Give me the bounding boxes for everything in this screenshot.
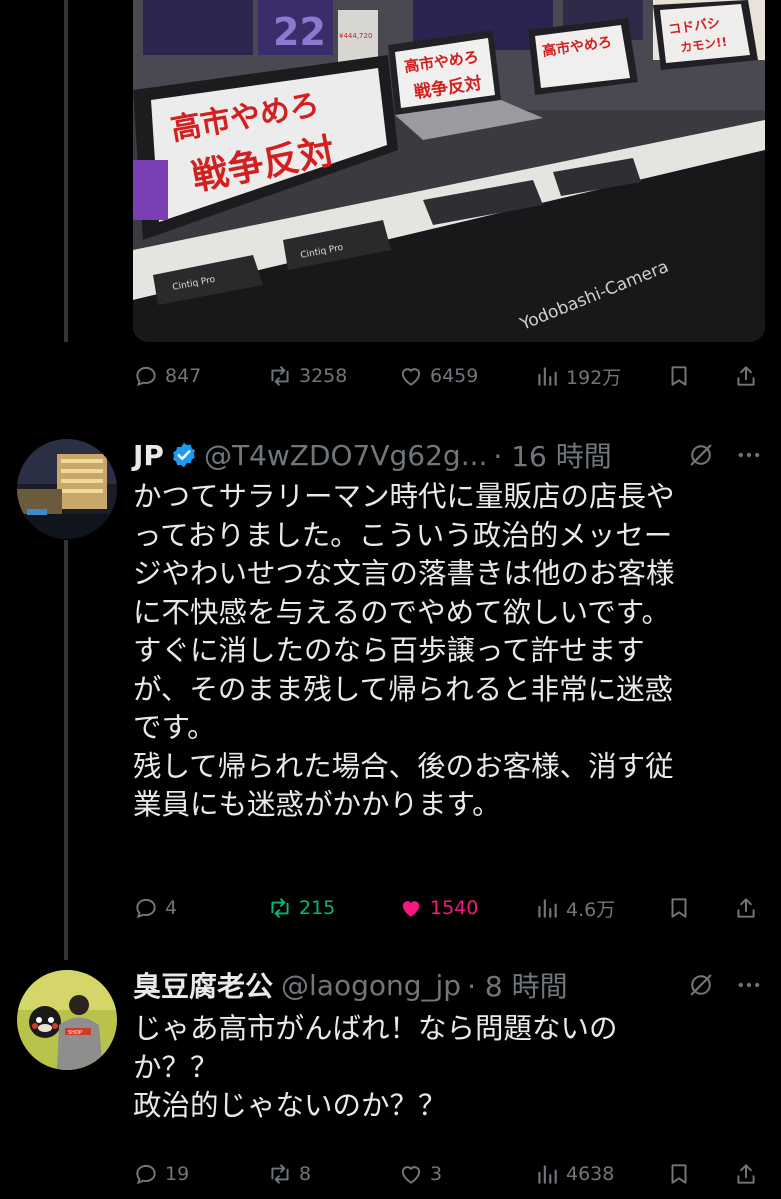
repost-button[interactable]: 8 <box>267 1154 311 1194</box>
heart-filled-icon <box>402 901 420 917</box>
handle[interactable]: @laogong_jp <box>281 969 461 1002</box>
grok-icon[interactable] <box>687 971 715 999</box>
share-button[interactable] <box>733 356 759 396</box>
views-button[interactable]: 4638 <box>534 1154 614 1194</box>
analytics-icon <box>538 899 557 918</box>
like-button[interactable]: 1540 <box>398 888 478 928</box>
handle[interactable]: @T4wZDO7Vg62g... <box>204 439 487 472</box>
reply-button[interactable]: 847 <box>133 356 201 396</box>
post1-action-bar: 847 3258 6459 192万 <box>133 356 765 396</box>
analytics-icon <box>538 1165 557 1184</box>
reply-count: 4 <box>165 897 178 919</box>
repost-icon <box>271 366 289 386</box>
share-button[interactable] <box>733 1154 759 1194</box>
timestamp[interactable]: · 8 時間 <box>467 965 568 1005</box>
reply-button[interactable]: 4 <box>133 888 177 928</box>
views-button[interactable]: 4.6万 <box>534 888 615 928</box>
repost-count: 8 <box>299 1163 312 1185</box>
bookmark-icon <box>671 1164 687 1184</box>
price-tag: ¥444,720 <box>339 32 372 40</box>
post3-action-bar: 19 8 3 4638 <box>133 1154 765 1194</box>
like-button[interactable]: 6459 <box>398 356 478 396</box>
bookmark-icon <box>671 898 687 918</box>
avatar-shirt-text: SHOP <box>68 1030 82 1036</box>
timestamp[interactable]: · 16 時間 <box>493 435 611 475</box>
bookmark-button[interactable] <box>666 1154 692 1194</box>
share-icon <box>737 366 755 386</box>
repost-button[interactable]: 215 <box>267 888 335 928</box>
more-options-icon[interactable] <box>735 971 763 999</box>
post2-header: JP @T4wZDO7Vg62g... · 16 時間 <box>133 435 763 475</box>
repost-button[interactable]: 3258 <box>267 356 347 396</box>
heart-icon <box>401 1166 421 1184</box>
display-name[interactable]: 臭豆腐老公 <box>133 965 273 1005</box>
more-options-icon[interactable] <box>735 441 763 469</box>
share-icon <box>737 1164 755 1184</box>
post2-action-bar: 4 215 1540 4.6万 <box>133 888 765 928</box>
reply-count: 19 <box>165 1163 190 1185</box>
reply-icon <box>136 898 156 919</box>
avatar[interactable]: SHOP <box>17 970 117 1070</box>
bookmark-button[interactable] <box>666 888 692 928</box>
like-count: 1540 <box>430 897 479 919</box>
reply-icon <box>136 1164 156 1185</box>
monitor-sign-22: 22 <box>273 10 326 54</box>
views-count: 192万 <box>566 366 622 389</box>
heart-icon <box>401 368 421 386</box>
bookmark-icon <box>671 366 687 386</box>
share-icon <box>737 898 755 918</box>
repost-count: 215 <box>299 897 336 919</box>
thread-line <box>64 0 68 342</box>
post-text: かつてサラリーマン時代に量販店の店長や っておりました。こういう政治的メッセー … <box>133 480 675 821</box>
post3-header: 臭豆腐老公 @laogong_jp · 8 時間 <box>133 965 763 1005</box>
views-count: 4638 <box>566 1163 615 1185</box>
post-text: じゃあ高市がんばれ！なら問題ないの か？？ 政治的じゃないのか？？ <box>133 1012 618 1122</box>
post-media-image[interactable]: 22 ¥444,720 Yodobashi-Camera 高市やめろ 戦争反対 … <box>133 0 765 342</box>
reply-icon <box>136 366 156 387</box>
reply-button[interactable]: 19 <box>133 1154 189 1194</box>
verified-badge-icon <box>172 442 195 468</box>
like-button[interactable]: 3 <box>398 1154 442 1194</box>
like-count: 3 <box>430 1163 443 1185</box>
views-count: 4.6万 <box>566 898 616 921</box>
analytics-icon <box>538 367 557 386</box>
repost-count: 3258 <box>299 365 348 387</box>
grok-icon[interactable] <box>687 441 715 469</box>
like-count: 6459 <box>430 365 479 387</box>
share-button[interactable] <box>733 888 759 928</box>
avatar[interactable] <box>17 439 117 539</box>
display-name[interactable]: JP <box>133 439 164 472</box>
repost-icon <box>271 898 289 918</box>
thread-line <box>64 540 68 960</box>
bookmark-button[interactable] <box>666 356 692 396</box>
repost-icon <box>271 1164 289 1184</box>
views-button[interactable]: 192万 <box>534 356 621 396</box>
reply-count: 847 <box>165 365 202 387</box>
